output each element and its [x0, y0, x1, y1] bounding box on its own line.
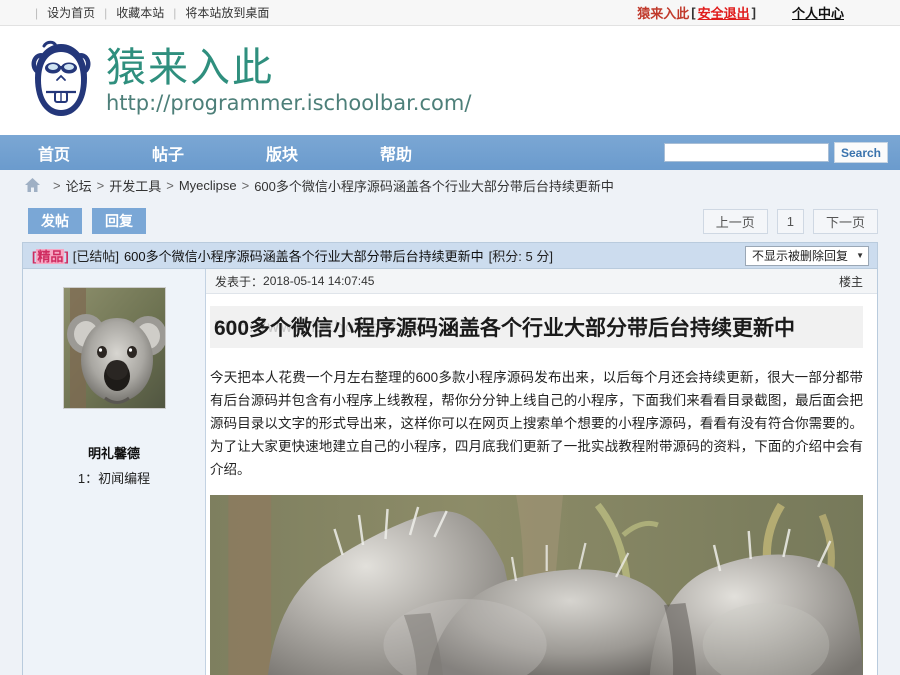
breadcrumb-sep-2: > [166, 177, 174, 193]
pagination-page-1[interactable]: 1 [776, 208, 804, 234]
breadcrumb-item-myeclipse[interactable]: Myeclipse [179, 178, 237, 193]
author-level: 1：初闻编程 [77, 471, 151, 486]
main-navigation: 首页 帖子 版块 帮助 Search [0, 135, 900, 170]
search-area: Search [663, 142, 888, 163]
post-content-column: 发表于： 2018-05-14 14:07:45 楼主 http://www.i… [206, 269, 877, 675]
nav-item-home[interactable]: 首页 [28, 141, 80, 165]
koala-closeup-image [210, 495, 863, 675]
post-header-bar: [精品] [已结帖] 600多个微信小程序源码涵盖各个行业大部分带后台持续更新中… [23, 243, 877, 269]
site-url: http://programmer.ischoolbar.com/ [106, 90, 472, 115]
action-row: 发帖 回复 上一页 1 下一页 [0, 200, 900, 242]
nav-item-help[interactable]: 帮助 [370, 141, 422, 165]
top-utility-bar: | 设为首页 | 收藏本站 | 将本站放到桌面 猿来入此 [ 安全退出 ] 个人… [0, 0, 900, 26]
add-to-desktop-link[interactable]: 将本站放到桌面 [185, 4, 269, 21]
home-icon[interactable] [24, 177, 41, 193]
current-username: 猿来入此 [637, 6, 690, 21]
pagination-next[interactable]: 下一页 [812, 208, 878, 234]
bracket-open: [ [691, 5, 696, 20]
post-body: 明礼馨德 1：初闻编程 发表于： 2018-05-14 14:07:45 楼主 … [23, 269, 877, 675]
bracket-close: ] [751, 5, 756, 20]
reply-filter-select[interactable]: 不显示被删除回复 ▼ [745, 245, 869, 266]
posted-time: 2018-05-14 14:07:45 [263, 274, 375, 288]
reply-button[interactable]: 回复 [92, 208, 146, 234]
featured-tag: [精品] [32, 249, 69, 264]
logout-link[interactable]: 安全退出 [698, 3, 750, 22]
nav-item-posts[interactable]: 帖子 [142, 141, 194, 165]
top-separator-2: | [173, 5, 177, 20]
reply-filter-value: 不显示被删除回复 [752, 249, 849, 263]
post-header-title: 600多个微信小程序源码涵盖各个行业大部分带后台持续更新中 [123, 249, 484, 264]
breadcrumb-sep-3: > [241, 177, 250, 193]
post-heading-block: http://www.ischoolbar.com 600多个微信小程序源码涵盖… [210, 306, 863, 348]
new-post-button[interactable]: 发帖 [28, 208, 82, 234]
post-score-badge: [积分: 5 分] [488, 249, 553, 264]
site-title-block: 猿来入此 http://programmer.ischoolbar.com/ [106, 47, 471, 115]
page-title: 600多个微信小程序源码涵盖各个行业大部分带后台持续更新中 [214, 317, 796, 340]
breadcrumb-item-forum[interactable]: 论坛 [66, 176, 92, 195]
avatar[interactable] [62, 287, 166, 409]
chevron-down-icon: ▼ [856, 251, 864, 260]
posted-label: 发表于： [215, 274, 264, 289]
author-name[interactable]: 明礼馨德 [88, 443, 140, 462]
featured-tag-label: 精品 [36, 249, 65, 264]
post-meta-bar: 发表于： 2018-05-14 14:07:45 楼主 [206, 269, 877, 294]
set-homepage-link[interactable]: 设为首页 [47, 4, 95, 21]
post-body-text: 今天把本人花费一个月左右整理的600多款小程序源码发布出来，以后每个月还会持续更… [210, 370, 863, 477]
breadcrumb-item-current: 600多个微信小程序源码涵盖各个行业大部分带后台持续更新中 [254, 178, 614, 194]
closed-tag: [已结帖] [72, 249, 119, 264]
search-button[interactable]: Search [833, 142, 888, 163]
breadcrumb: > 论坛 > 开发工具 > Myeclipse > 600多个微信小程序源码涵盖… [0, 170, 900, 200]
top-separator-1: | [104, 5, 108, 20]
author-column: 明礼馨德 1：初闻编程 [23, 269, 206, 675]
pagination-prev[interactable]: 上一页 [702, 208, 768, 234]
nav-item-boards[interactable]: 版块 [256, 141, 308, 165]
page-body: > 论坛 > 开发工具 > Myeclipse > 600多个微信小程序源码涵盖… [0, 170, 900, 675]
monkey-logo-icon [30, 40, 92, 122]
search-input[interactable] [663, 143, 829, 162]
floor-badge: 楼主 [838, 274, 863, 289]
site-title: 猿来入此 [106, 44, 274, 91]
breadcrumb-sep-0: > [53, 177, 61, 193]
top-separator-0: | [35, 5, 39, 20]
top-utility-links: | 设为首页 | 收藏本站 | 将本站放到桌面 [0, 4, 637, 21]
pagination: 上一页 1 下一页 [694, 208, 878, 234]
breadcrumb-sep-1: > [96, 177, 105, 193]
breadcrumb-item-devtools[interactable]: 开发工具 [109, 176, 161, 195]
site-header: 猿来入此 http://programmer.ischoolbar.com/ [0, 26, 900, 135]
top-user-area: 猿来入此 [ 安全退出 ] 个人中心 [637, 3, 884, 22]
bookmark-site-link[interactable]: 收藏本站 [116, 4, 164, 21]
user-center-link[interactable]: 个人中心 [792, 3, 844, 22]
post-card: [精品] [已结帖] 600多个微信小程序源码涵盖各个行业大部分带后台持续更新中… [22, 242, 878, 675]
